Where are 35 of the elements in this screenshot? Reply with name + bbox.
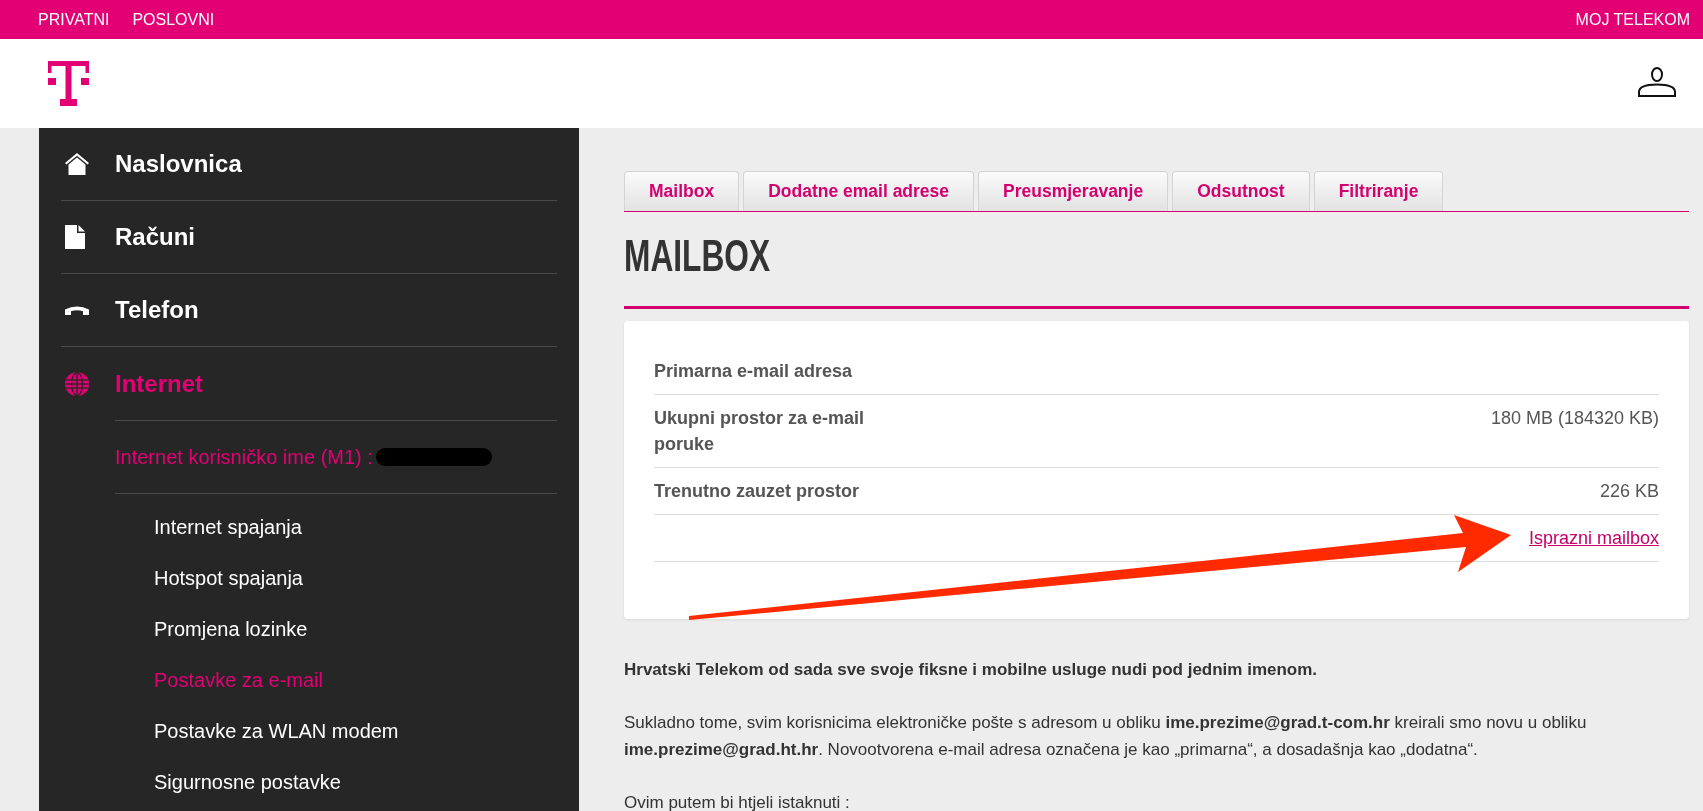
- notice-paragraph: Sukladno tome, svim korisnicima elektroničke pošte s adresom u obliku ime.prezime@grad.t-com.hr kreirali smo novu u obliku ime.prezime@grad.ht.hr. Novootvorena e-mail adresa označena je kao „primarna“, a dosadašnja kao „dodatna“.: [624, 712, 1588, 761]
- tab[interactable]: Filtriranje: [1313, 171, 1444, 211]
- page-title: MAILBOX: [624, 234, 771, 278]
- document-icon: [65, 225, 85, 249]
- account-link[interactable]: MOJ TELEKOM: [1575, 7, 1690, 32]
- logo[interactable]: [48, 61, 89, 106]
- user-icon[interactable]: [1638, 66, 1676, 97]
- empty-mailbox-link[interactable]: Isprazni mailbox: [1528, 525, 1659, 551]
- nav-item[interactable]: Internet: [61, 347, 557, 420]
- top-nav-link[interactable]: PRIVATNI: [38, 7, 110, 32]
- tab[interactable]: Preusmjeravanje: [978, 171, 1169, 211]
- notice-headline: Hrvatski Telekom od sada sve svoje fiksne i mobilne usluge nudi pod jednim imenom.: [624, 659, 1319, 681]
- globe-icon: [65, 371, 89, 396]
- nav-item[interactable]: Računi: [61, 201, 557, 274]
- tab[interactable]: Mailbox: [624, 171, 740, 211]
- nav-item[interactable]: Naslovnica: [61, 128, 557, 201]
- sub-nav-item[interactable]: Hotspot spajanja: [115, 552, 557, 603]
- account-label: Internet korisničko ime (M1) :: [115, 445, 373, 470]
- sub-nav-item[interactable]: Internet spajanja: [115, 501, 557, 552]
- tab[interactable]: Dodatne email adrese: [743, 171, 975, 211]
- sub-nav-item[interactable]: Sigurnosne postavke: [115, 756, 557, 807]
- field-label: Trenutno zauzet prostor: [654, 480, 860, 503]
- field-value: 226 KB: [1599, 480, 1659, 503]
- home-icon: [65, 153, 89, 175]
- sub-nav-item[interactable]: Postavke za e-mail: [115, 654, 557, 705]
- field-label: Ukupni prostor za e-mail poruke: [654, 407, 866, 456]
- phone-icon: [65, 305, 89, 315]
- sub-nav-item[interactable]: Postavke za WLAN modem: [115, 705, 557, 756]
- top-nav-link[interactable]: POSLOVNI: [132, 7, 215, 32]
- notice-paragraph: Ovim putem bi htjeli istaknuti :: [624, 792, 851, 811]
- field-value: 180 MB (184320 KB): [1490, 407, 1659, 430]
- tab[interactable]: Odsutnost: [1172, 171, 1310, 211]
- field-label: Primarna e-mail adresa: [654, 360, 854, 383]
- sub-nav-item[interactable]: Promjena lozinke: [115, 603, 557, 654]
- nav-item[interactable]: Telefon: [61, 274, 557, 347]
